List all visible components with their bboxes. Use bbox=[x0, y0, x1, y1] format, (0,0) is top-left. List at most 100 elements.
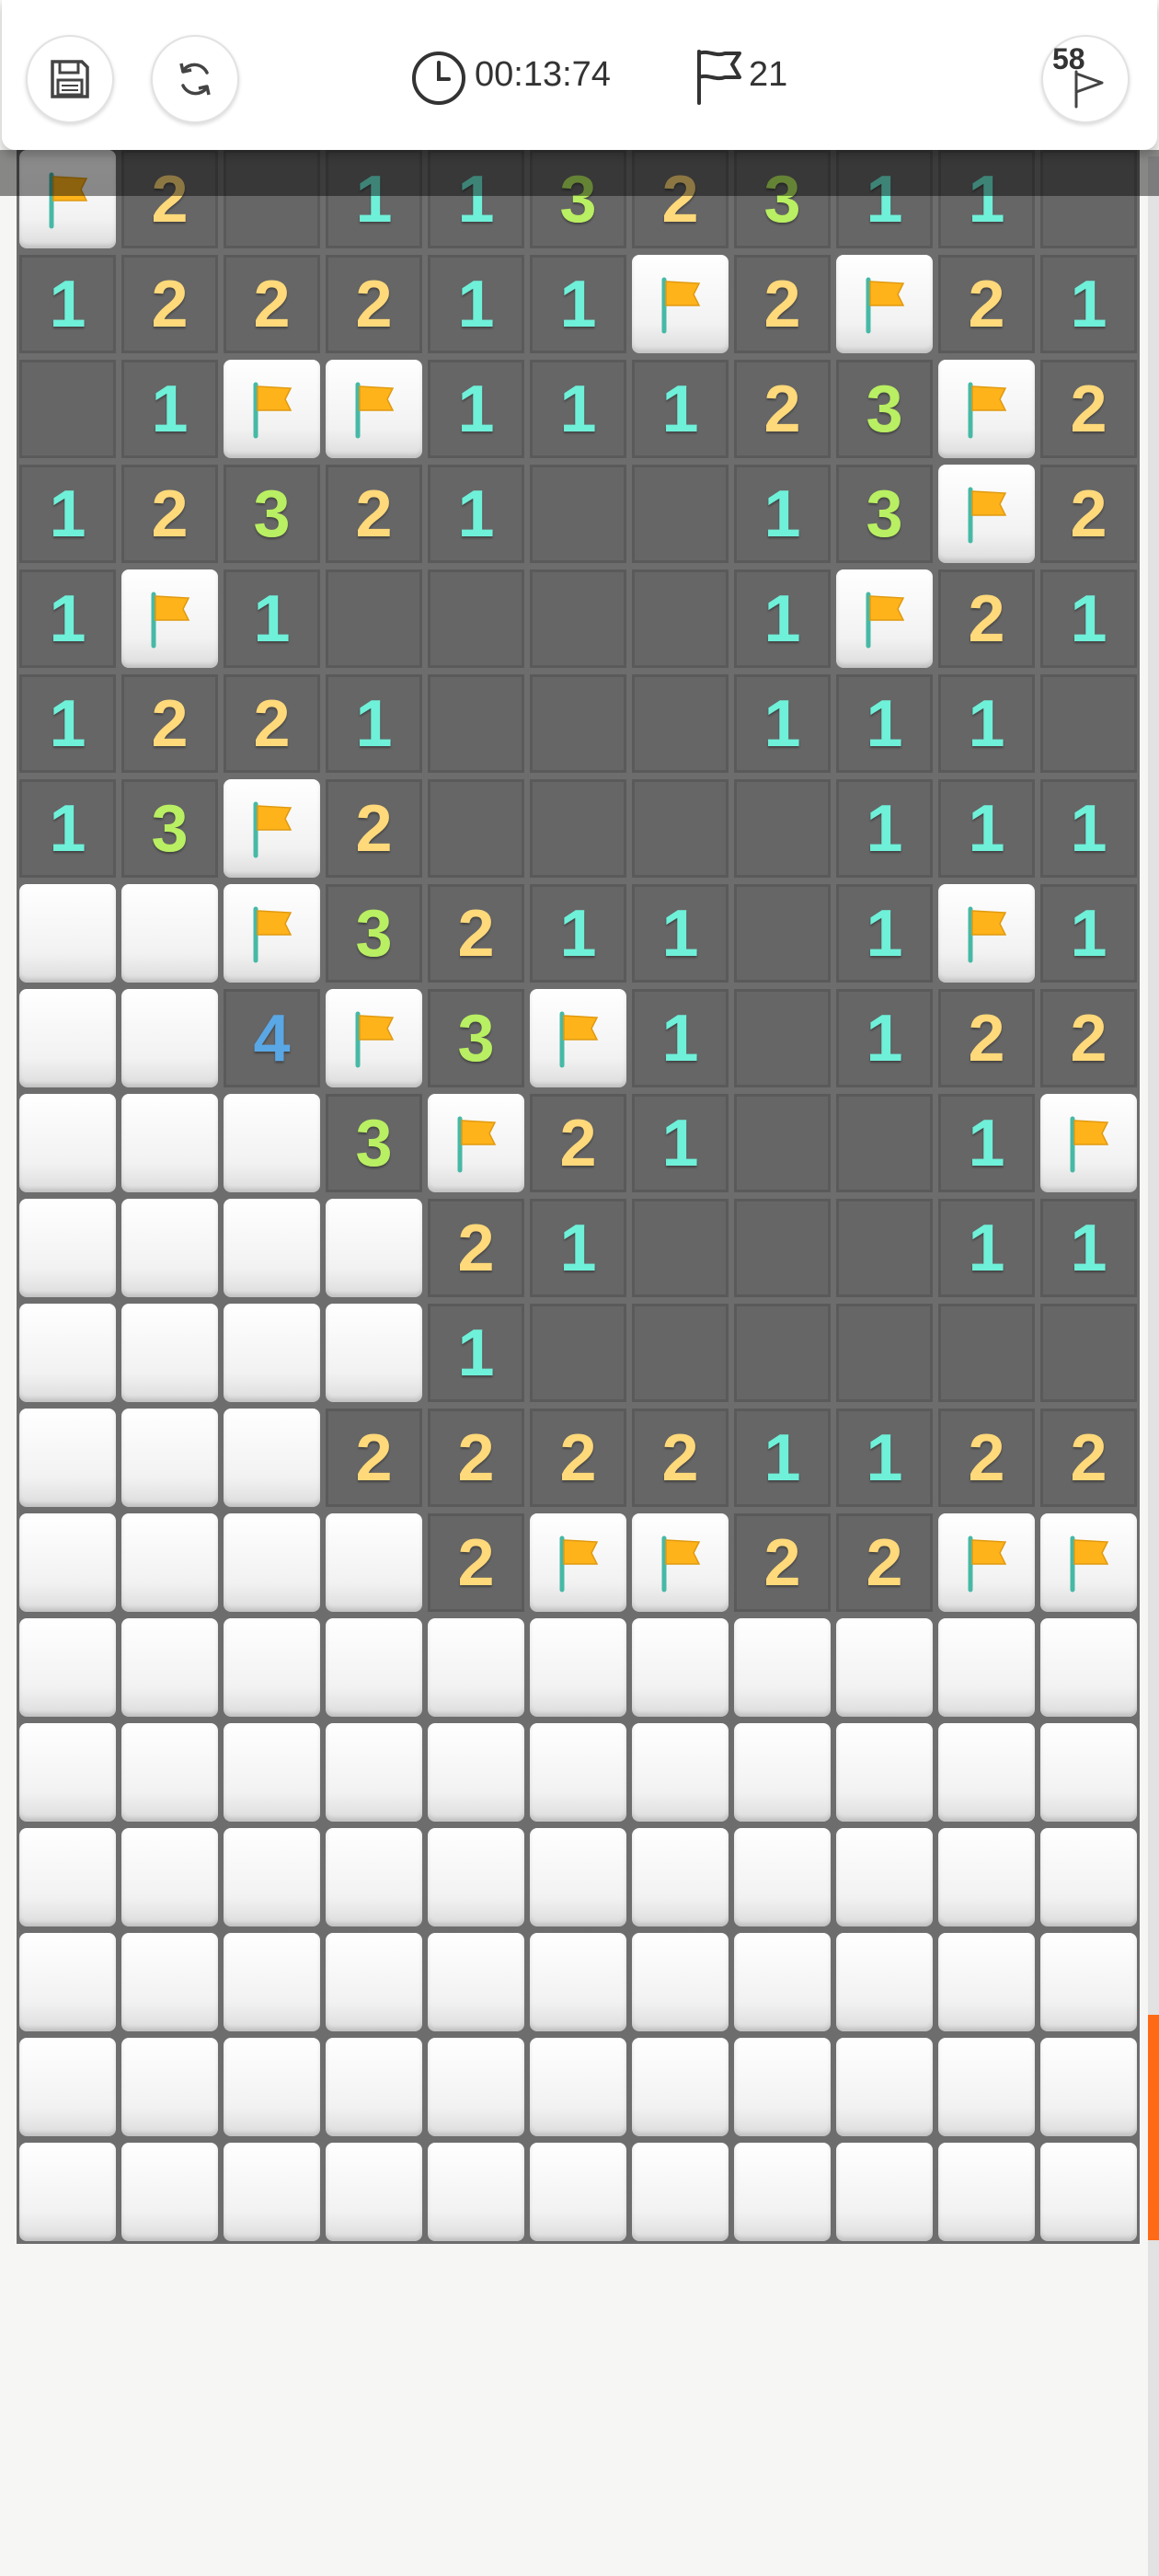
number-cell[interactable]: 1 bbox=[836, 884, 933, 983]
closed-cell[interactable] bbox=[19, 884, 116, 983]
closed-cell[interactable] bbox=[121, 1828, 218, 1926]
closed-cell[interactable] bbox=[530, 1618, 626, 1717]
closed-cell[interactable] bbox=[121, 1723, 218, 1822]
number-cell[interactable]: 1 bbox=[1040, 779, 1137, 878]
number-cell[interactable]: 2 bbox=[734, 255, 831, 353]
flagged-cell[interactable] bbox=[224, 884, 320, 983]
flagged-cell[interactable] bbox=[326, 360, 422, 458]
empty-cell[interactable] bbox=[734, 1304, 831, 1402]
number-cell[interactable]: 2 bbox=[428, 884, 524, 983]
closed-cell[interactable] bbox=[224, 1094, 320, 1192]
closed-cell[interactable] bbox=[326, 1199, 422, 1297]
closed-cell[interactable] bbox=[19, 1304, 116, 1402]
closed-cell[interactable] bbox=[121, 1199, 218, 1297]
closed-cell[interactable] bbox=[632, 2143, 729, 2241]
closed-cell[interactable] bbox=[428, 1828, 524, 1926]
number-cell[interactable]: 1 bbox=[836, 989, 933, 1087]
closed-cell[interactable] bbox=[121, 1409, 218, 1507]
number-cell[interactable]: 2 bbox=[1040, 1409, 1137, 1507]
closed-cell[interactable] bbox=[428, 2143, 524, 2241]
number-cell[interactable]: 2 bbox=[428, 1409, 524, 1507]
number-cell[interactable]: 1 bbox=[938, 1199, 1035, 1297]
closed-cell[interactable] bbox=[734, 1723, 831, 1822]
number-cell[interactable]: 1 bbox=[530, 884, 626, 983]
number-cell[interactable]: 1 bbox=[632, 884, 729, 983]
closed-cell[interactable] bbox=[1040, 1723, 1137, 1822]
flagged-cell[interactable] bbox=[530, 989, 626, 1087]
flagged-cell[interactable] bbox=[530, 1513, 626, 1612]
closed-cell[interactable] bbox=[326, 1723, 422, 1822]
number-cell[interactable]: 3 bbox=[428, 989, 524, 1087]
closed-cell[interactable] bbox=[224, 1723, 320, 1822]
closed-cell[interactable] bbox=[121, 1933, 218, 2031]
closed-cell[interactable] bbox=[428, 1618, 524, 1717]
closed-cell[interactable] bbox=[938, 1933, 1035, 2031]
closed-cell[interactable] bbox=[19, 2143, 116, 2241]
closed-cell[interactable] bbox=[428, 1933, 524, 2031]
empty-cell[interactable] bbox=[530, 569, 626, 668]
closed-cell[interactable] bbox=[19, 1513, 116, 1612]
closed-cell[interactable] bbox=[938, 2143, 1035, 2241]
closed-cell[interactable] bbox=[530, 1828, 626, 1926]
number-cell[interactable]: 1 bbox=[19, 255, 116, 353]
flagged-cell[interactable] bbox=[1040, 1094, 1137, 1192]
number-cell[interactable]: 1 bbox=[428, 360, 524, 458]
number-cell[interactable]: 3 bbox=[224, 465, 320, 563]
number-cell[interactable]: 2 bbox=[428, 1199, 524, 1297]
empty-cell[interactable] bbox=[836, 1304, 933, 1402]
closed-cell[interactable] bbox=[530, 2038, 626, 2136]
number-cell[interactable]: 1 bbox=[19, 674, 116, 773]
number-cell[interactable]: 1 bbox=[19, 779, 116, 878]
number-cell[interactable]: 2 bbox=[530, 1409, 626, 1507]
number-cell[interactable]: 3 bbox=[121, 779, 218, 878]
empty-cell[interactable] bbox=[632, 1304, 729, 1402]
closed-cell[interactable] bbox=[19, 1409, 116, 1507]
number-cell[interactable]: 2 bbox=[326, 465, 422, 563]
closed-cell[interactable] bbox=[121, 2038, 218, 2136]
closed-cell[interactable] bbox=[19, 1199, 116, 1297]
flagged-cell[interactable] bbox=[632, 1513, 729, 1612]
closed-cell[interactable] bbox=[632, 1618, 729, 1717]
empty-cell[interactable] bbox=[428, 779, 524, 878]
empty-cell[interactable] bbox=[530, 779, 626, 878]
flagged-cell[interactable] bbox=[326, 989, 422, 1087]
closed-cell[interactable] bbox=[734, 1618, 831, 1717]
closed-cell[interactable] bbox=[836, 2038, 933, 2136]
closed-cell[interactable] bbox=[836, 2143, 933, 2241]
closed-cell[interactable] bbox=[326, 1304, 422, 1402]
number-cell[interactable]: 1 bbox=[836, 674, 933, 773]
number-cell[interactable]: 1 bbox=[530, 1199, 626, 1297]
number-cell[interactable]: 1 bbox=[428, 1304, 524, 1402]
flagged-cell[interactable] bbox=[938, 1513, 1035, 1612]
closed-cell[interactable] bbox=[19, 989, 116, 1087]
closed-cell[interactable] bbox=[836, 1828, 933, 1926]
number-cell[interactable]: 1 bbox=[734, 569, 831, 668]
save-button[interactable] bbox=[26, 35, 114, 123]
number-cell[interactable]: 1 bbox=[1040, 569, 1137, 668]
closed-cell[interactable] bbox=[326, 1513, 422, 1612]
empty-cell[interactable] bbox=[428, 674, 524, 773]
flagged-cell[interactable] bbox=[428, 1094, 524, 1192]
closed-cell[interactable] bbox=[1040, 2038, 1137, 2136]
number-cell[interactable]: 1 bbox=[121, 360, 218, 458]
number-cell[interactable]: 1 bbox=[632, 989, 729, 1087]
empty-cell[interactable] bbox=[530, 465, 626, 563]
empty-cell[interactable] bbox=[734, 989, 831, 1087]
number-cell[interactable]: 1 bbox=[734, 674, 831, 773]
closed-cell[interactable] bbox=[836, 1618, 933, 1717]
number-cell[interactable]: 2 bbox=[938, 989, 1035, 1087]
number-cell[interactable]: 1 bbox=[1040, 884, 1137, 983]
closed-cell[interactable] bbox=[19, 1723, 116, 1822]
empty-cell[interactable] bbox=[734, 1199, 831, 1297]
empty-cell[interactable] bbox=[632, 1199, 729, 1297]
restart-button[interactable] bbox=[151, 35, 239, 123]
flagged-cell[interactable] bbox=[938, 465, 1035, 563]
empty-cell[interactable] bbox=[632, 779, 729, 878]
closed-cell[interactable] bbox=[326, 1828, 422, 1926]
number-cell[interactable]: 2 bbox=[121, 465, 218, 563]
number-cell[interactable]: 2 bbox=[326, 1409, 422, 1507]
number-cell[interactable]: 2 bbox=[938, 569, 1035, 668]
number-cell[interactable]: 1 bbox=[836, 1409, 933, 1507]
closed-cell[interactable] bbox=[224, 1828, 320, 1926]
number-cell[interactable]: 1 bbox=[19, 465, 116, 563]
